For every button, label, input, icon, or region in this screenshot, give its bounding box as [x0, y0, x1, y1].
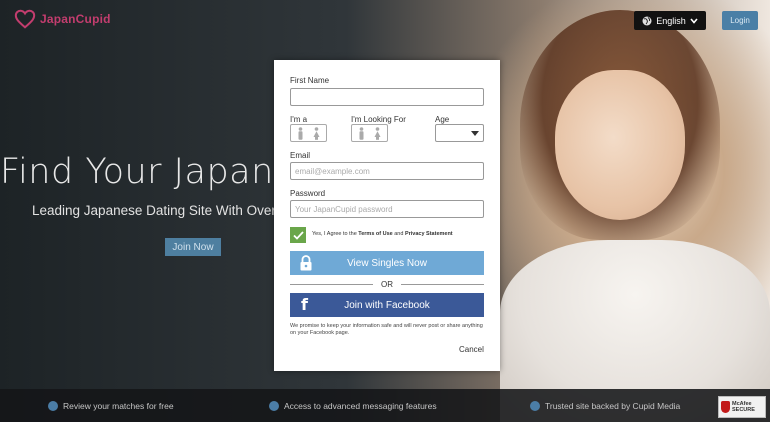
view-singles-label: View Singles Now — [347, 257, 427, 269]
or-text: OR — [381, 279, 393, 289]
age-select[interactable] — [435, 124, 484, 142]
looking-for-label: I'm Looking For — [351, 115, 406, 124]
shield-icon — [721, 401, 730, 413]
male-icon[interactable] — [297, 126, 304, 140]
feature-item: Trusted site backed by Cupid Media — [530, 401, 680, 411]
facebook-join-label: Join with Facebook — [344, 299, 430, 311]
or-divider: OR — [290, 278, 484, 290]
agree-checkbox[interactable] — [290, 227, 306, 243]
feature-text: Access to advanced messaging features — [284, 401, 437, 411]
facebook-join-button[interactable]: f Join with Facebook — [290, 293, 484, 317]
female-icon[interactable] — [313, 126, 320, 140]
badge-text: McAfee SECURE — [732, 401, 755, 413]
feature-bullet-icon — [48, 401, 58, 411]
looking-for-selector[interactable] — [351, 124, 388, 142]
feature-text: Trusted site backed by Cupid Media — [545, 401, 681, 411]
im-a-label: I'm a — [290, 115, 308, 124]
signup-modal: First Name I'm a I'm Looking For Age Ema… — [274, 60, 500, 371]
email-field[interactable]: email@example.com — [290, 162, 484, 180]
hero-subhead: Leading Japanese Dating Site With Over 7… — [32, 203, 306, 218]
divider-line — [290, 283, 373, 285]
login-button[interactable]: Login — [722, 11, 758, 30]
feature-bullet-icon — [269, 401, 279, 411]
language-selector[interactable]: English — [634, 11, 706, 30]
facebook-icon: f — [301, 295, 308, 314]
feature-item: Review your matches for free — [48, 401, 174, 411]
email-label: Email — [290, 151, 311, 160]
feature-item: Access to advanced messaging features — [269, 401, 437, 411]
badge-line-2: SECURE — [732, 407, 755, 413]
agree-prefix: Yes, I Agree to the — [312, 231, 359, 237]
language-label: English — [656, 15, 686, 26]
feature-bullet-icon — [530, 401, 540, 411]
view-singles-button[interactable]: View Singles Now — [290, 251, 484, 275]
first-name-field[interactable] — [290, 88, 484, 106]
dropdown-arrow-icon — [471, 131, 479, 136]
privacy-link[interactable]: Privacy Statement — [405, 231, 453, 237]
feature-text: Review your matches for free — [63, 401, 174, 411]
agree-text: Yes, I Agree to the Terms of Use and Pri… — [312, 231, 453, 237]
cancel-link[interactable]: Cancel — [459, 345, 484, 354]
site-logo[interactable]: JapanCupid — [14, 8, 111, 30]
mcafee-secure-badge[interactable]: McAfee SECURE — [718, 396, 766, 418]
gender-selector[interactable] — [290, 124, 327, 142]
password-label: Password — [290, 189, 326, 198]
globe-icon — [642, 16, 652, 25]
chevron-down-icon — [690, 17, 698, 24]
lock-icon — [300, 255, 312, 271]
password-field[interactable]: Your JapanCupid password — [290, 200, 484, 218]
heart-logo-icon — [14, 9, 36, 29]
female-icon[interactable] — [374, 126, 381, 140]
agree-and: and — [392, 231, 405, 237]
logo-text: JapanCupid — [40, 12, 111, 26]
join-now-button[interactable]: Join Now — [165, 238, 221, 256]
terms-link[interactable]: Terms of Use — [358, 231, 392, 237]
checkmark-icon — [292, 230, 304, 240]
first-name-label: First Name — [290, 76, 330, 85]
privacy-promise-text: We promise to keep your information safe… — [290, 323, 483, 336]
divider-line — [401, 283, 484, 285]
age-label: Age — [435, 115, 450, 124]
male-icon[interactable] — [358, 126, 365, 140]
hero-photo-face — [555, 70, 685, 220]
